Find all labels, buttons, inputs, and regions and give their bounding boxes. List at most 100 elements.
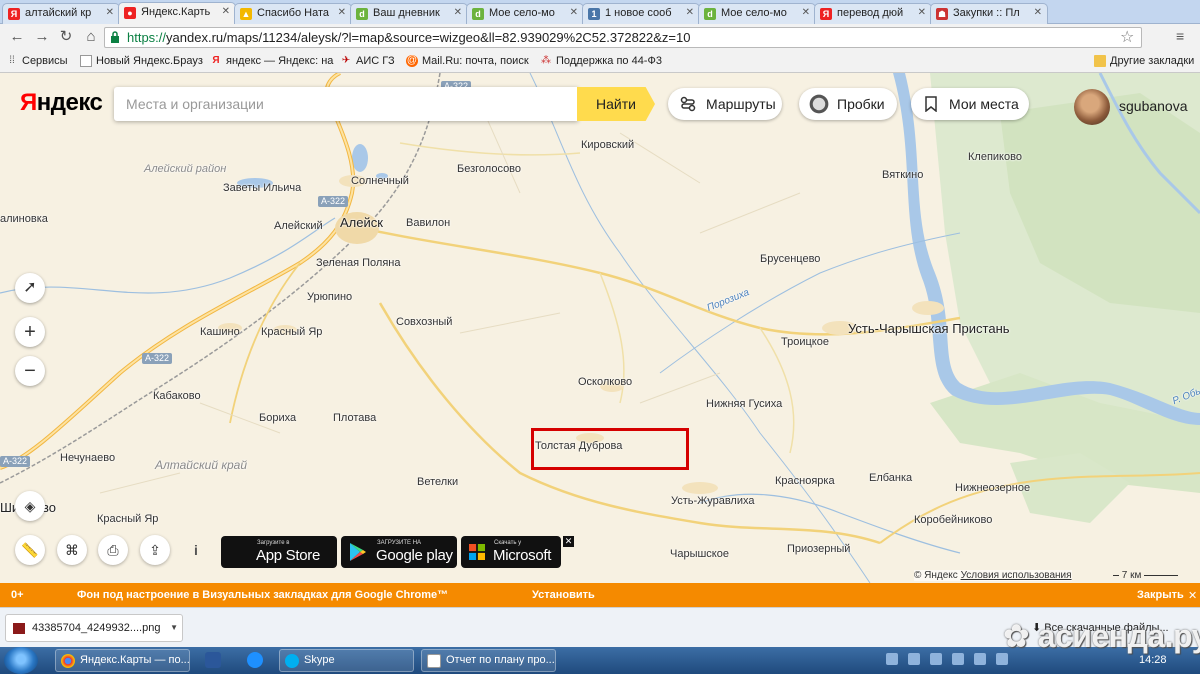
info-icon[interactable]: i (181, 535, 211, 565)
tab-close-icon[interactable]: ✕ (686, 7, 694, 18)
geolocation-icon[interactable]: ➚ (15, 273, 45, 303)
traffic-icon (809, 94, 829, 114)
back-arrow-icon[interactable]: ← (8, 28, 26, 46)
install-link[interactable]: Установить (532, 589, 595, 601)
tray-icon[interactable] (886, 653, 898, 665)
file-icon (13, 623, 25, 634)
road-label: А-322 (318, 196, 349, 207)
copyright: © Яндекс Условия использования (914, 570, 1072, 581)
routes-button[interactable]: Маршруты (668, 88, 782, 120)
home-icon[interactable]: ⌂ (82, 28, 100, 46)
region-label: Алтайский край (155, 458, 248, 472)
bookmark-new-yandex[interactable]: Новый Яндекс.Брауз (80, 55, 203, 67)
tab-close-icon[interactable]: ✕ (802, 7, 810, 18)
avatar[interactable] (1074, 89, 1110, 125)
zoom-in-button[interactable]: + (15, 317, 45, 347)
chevron-down-icon[interactable]: ▼ (170, 615, 178, 641)
bookmark-label: Новый Яндекс.Брауз (96, 55, 203, 67)
road-label: А-322 (142, 353, 173, 364)
app-store-badge[interactable]: Загрузите в App Store (221, 536, 337, 568)
microsoft-icon (469, 544, 485, 560)
place-label: Кировский (581, 139, 635, 151)
store-big-text: Google play (376, 547, 453, 564)
address-bar[interactable]: https://yandex.ru/maps/11234/aleysk/?l=m… (104, 27, 1142, 48)
tab-close-icon[interactable]: ✕ (918, 7, 926, 18)
tab-5[interactable]: 1 1 новое сооб ✕ (582, 3, 700, 24)
folder-icon (1094, 55, 1106, 67)
tab-1[interactable]: ● Яндекс.Карть ✕ (118, 2, 236, 25)
tab-6[interactable]: d Мое село-мо ✕ (698, 3, 816, 24)
tab-8[interactable]: ☗ Закупки :: Пл ✕ (930, 3, 1048, 24)
start-button[interactable] (4, 647, 38, 674)
bookmark-yandex[interactable]: Яяндекс — Яндекс: на (210, 55, 333, 67)
place-label: Коробейниково (914, 514, 993, 526)
print-icon[interactable]: ⎙ (98, 535, 128, 565)
yandex-logo[interactable]: Яндекс (20, 89, 103, 117)
tab-close-icon[interactable]: ✕ (454, 7, 462, 18)
forward-arrow-icon[interactable]: → (33, 28, 51, 46)
city-label: Алейск (340, 215, 383, 230)
bookmark-star-icon[interactable]: ☆ (1120, 27, 1134, 47)
tray-icon[interactable] (974, 653, 986, 665)
task-report[interactable]: Отчет по плану про... (421, 649, 556, 672)
infobar-age: 0+ (11, 589, 24, 601)
favicon-icon: d (356, 8, 368, 20)
tray-icon[interactable] (908, 653, 920, 665)
search-box (114, 87, 578, 121)
favicon-icon: Я (820, 8, 832, 20)
map-canvas[interactable]: А-322 А-322 А-322 А-322 Кировский Безгол… (0, 73, 1200, 583)
layers-icon[interactable]: ◈ (15, 491, 45, 521)
tab-2[interactable]: ▲ Спасибо Ната ✕ (234, 3, 352, 24)
bookmark-services[interactable]: ⁞⁞ Сервисы (6, 55, 68, 67)
share-icon[interactable]: ⇪ (140, 535, 170, 565)
city-label: Усть-Чарышская Пристань (848, 321, 1010, 336)
bookmark-label: Сервисы (22, 55, 68, 67)
reload-icon[interactable]: ↻ (57, 28, 75, 46)
ruler-icon[interactable]: 📏 (15, 535, 45, 565)
download-item[interactable]: 43385704_4249932....png ▼ (5, 614, 183, 642)
task-skype[interactable]: Skype (279, 649, 414, 672)
my-places-label: Мои места (949, 96, 1019, 112)
zoom-out-button[interactable]: − (15, 356, 45, 386)
bookmark-ais[interactable]: ✈ АИС ГЗ (340, 55, 395, 67)
bookmark-mail[interactable]: @ Mail.Ru: почта, поиск (406, 55, 529, 67)
close-icon[interactable]: ✕ (1188, 589, 1197, 602)
traffic-button[interactable]: Пробки (799, 88, 897, 120)
menu-icon[interactable]: ≡ (1176, 28, 1184, 44)
microsoft-badge[interactable]: Скачать у Microsoft (461, 536, 561, 568)
infobar-text: Фон под настроение в Визуальных закладка… (77, 589, 449, 601)
tray-icon[interactable] (952, 653, 964, 665)
bookmark-other[interactable]: Другие закладки (1094, 55, 1194, 67)
tab-close-icon[interactable]: ✕ (338, 7, 346, 18)
tab-3[interactable]: d Ваш дневник ✕ (350, 3, 468, 24)
panorama-icon[interactable]: ⌘ (57, 535, 87, 565)
ais-icon: ✈ (341, 55, 351, 66)
tab-7[interactable]: Яперевод дюй ✕ (814, 3, 932, 24)
place-label: Вавилон (406, 217, 451, 229)
ie-icon[interactable] (247, 652, 263, 668)
tab-0[interactable]: Яалтайский кр ✕ (2, 3, 120, 24)
bookmark-support[interactable]: ⁂ Поддержка по 44-Ф3 (540, 55, 662, 67)
close-icon[interactable]: ✕ (563, 536, 574, 547)
task-chrome[interactable]: Яндекс.Карты — по... (55, 649, 190, 672)
place-label: Красный Яр (261, 326, 323, 338)
google-play-badge[interactable]: ЗАГРУЗИТЕ НА Google play (341, 536, 457, 568)
find-button[interactable]: Найти (577, 87, 655, 121)
highlight-box (531, 428, 689, 470)
tray-icon[interactable] (930, 653, 942, 665)
my-places-button[interactable]: Мои места (911, 88, 1029, 120)
tab-label: Спасибо Ната (257, 7, 329, 19)
search-input[interactable] (114, 87, 578, 121)
tab-close-icon[interactable]: ✕ (1034, 7, 1042, 18)
close-link[interactable]: Закрыть (1137, 589, 1184, 601)
tab-4[interactable]: d Мое село-мо ✕ (466, 3, 584, 24)
terms-link[interactable]: Условия использования (961, 570, 1072, 581)
place-label: Вяткино (882, 169, 924, 181)
tab-close-icon[interactable]: ✕ (570, 7, 578, 18)
favicon-icon: ▲ (240, 8, 252, 20)
clock[interactable]: 14:28 (1139, 654, 1167, 666)
tab-close-icon[interactable]: ✕ (106, 7, 114, 18)
word-icon[interactable] (205, 652, 221, 668)
bookmarks-bar: ⁞⁞ Сервисы Новый Яндекс.Брауз Яяндекс — Я… (0, 51, 1200, 73)
tab-close-icon[interactable]: ✕ (222, 6, 230, 17)
